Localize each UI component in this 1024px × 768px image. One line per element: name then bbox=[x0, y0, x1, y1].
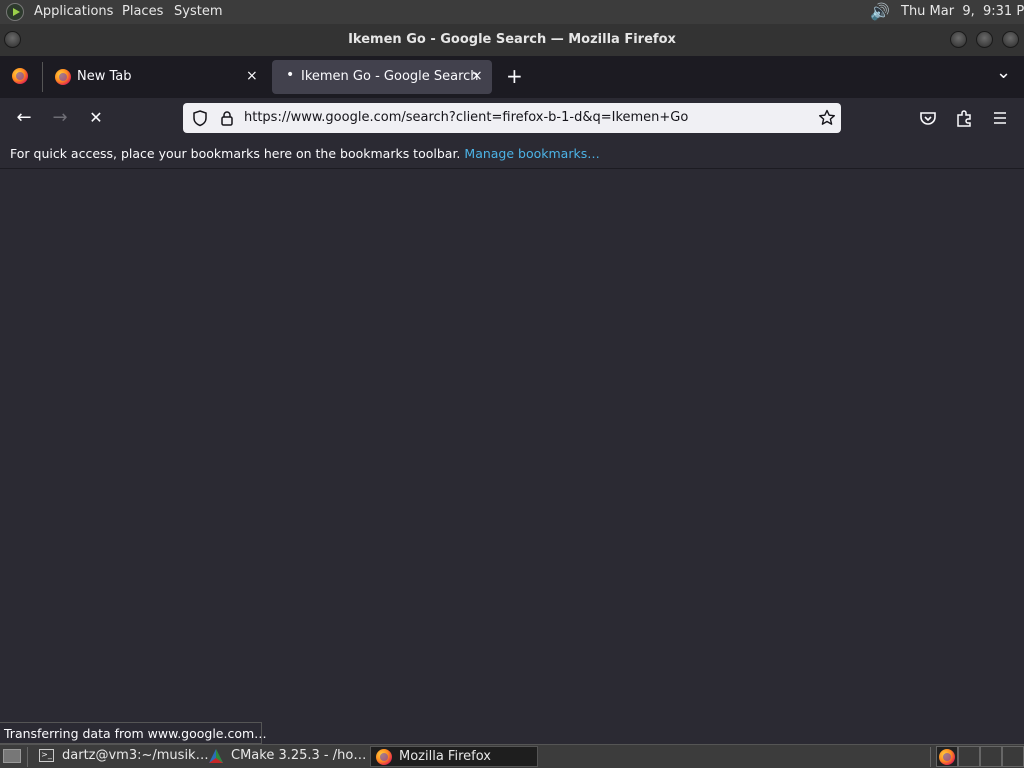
taskbar-item-label: CMake 3.25.3 - /ho… bbox=[231, 748, 367, 763]
minimize-button[interactable] bbox=[950, 31, 967, 48]
window-title-bar[interactable]: Ikemen Go - Google Search — Mozilla Fire… bbox=[0, 24, 1024, 56]
bookmarks-hint: For quick access, place your bookmarks h… bbox=[10, 146, 600, 161]
lock-icon[interactable] bbox=[218, 109, 236, 127]
menu-hamburger-icon[interactable] bbox=[988, 106, 1012, 130]
panel-separator bbox=[930, 747, 931, 767]
tab-label: Ikemen Go - Google Search bbox=[301, 69, 479, 84]
page-content-area[interactable] bbox=[0, 169, 1024, 742]
clock[interactable]: Thu Mar 9, 9:31 PM bbox=[901, 4, 1024, 19]
close-window-button[interactable] bbox=[1002, 31, 1019, 48]
cmake-icon bbox=[208, 748, 224, 764]
list-all-tabs-button[interactable]: ⌄ bbox=[996, 62, 1011, 83]
url-input[interactable]: https://www.google.com/search?client=fir… bbox=[244, 110, 688, 125]
firefox-icon bbox=[376, 749, 392, 765]
bookmark-star-icon[interactable] bbox=[817, 108, 837, 128]
menu-applications[interactable]: Applications bbox=[34, 4, 113, 19]
mate-logo-icon[interactable] bbox=[6, 3, 24, 21]
terminal-icon: >_ bbox=[39, 749, 54, 762]
pocket-icon[interactable] bbox=[916, 106, 940, 130]
tab-ikemen-search[interactable]: • Ikemen Go - Google Search × bbox=[272, 60, 492, 94]
volume-icon[interactable]: 🔊 bbox=[870, 2, 890, 21]
window-title: Ikemen Go - Google Search — Mozilla Fire… bbox=[348, 32, 676, 47]
extensions-icon[interactable] bbox=[952, 106, 976, 130]
show-desktop-icon[interactable] bbox=[3, 749, 21, 763]
tab-new-tab[interactable]: New Tab × bbox=[46, 60, 268, 94]
maximize-button[interactable] bbox=[976, 31, 993, 48]
workspace-switcher[interactable] bbox=[936, 746, 958, 767]
bookmarks-hint-text: For quick access, place your bookmarks h… bbox=[10, 146, 461, 161]
manage-bookmarks-link[interactable]: Manage bookmarks… bbox=[464, 146, 599, 161]
bookmarks-toolbar: For quick access, place your bookmarks h… bbox=[0, 138, 1024, 169]
workspace-2[interactable] bbox=[958, 746, 980, 767]
menu-places[interactable]: Places bbox=[122, 4, 163, 19]
back-button[interactable]: ← bbox=[12, 106, 36, 130]
window-menu-button[interactable] bbox=[4, 31, 21, 48]
workspace-3[interactable] bbox=[980, 746, 1002, 767]
firefox-icon bbox=[939, 749, 955, 765]
tab-loading-icon: • bbox=[286, 67, 295, 83]
tab-label: New Tab bbox=[77, 69, 132, 84]
tab-separator bbox=[42, 62, 43, 92]
top-panel: Applications Places System 🔊 Thu Mar 9, … bbox=[0, 0, 1024, 24]
taskbar-item-label: Mozilla Firefox bbox=[399, 749, 491, 764]
taskbar-item-firefox[interactable]: Mozilla Firefox bbox=[370, 746, 538, 767]
tab-close-icon[interactable]: × bbox=[246, 68, 258, 84]
status-panel: Transferring data from www.google.com… bbox=[0, 722, 267, 744]
bottom-panel: >_ dartz@vm3:~/musik… CMake 3.25.3 - /ho… bbox=[0, 744, 1024, 768]
tracking-protection-shield-icon[interactable] bbox=[191, 109, 209, 127]
new-tab-button[interactable]: + bbox=[506, 64, 523, 88]
forward-button[interactable]: → bbox=[48, 106, 72, 130]
menu-system[interactable]: System bbox=[174, 4, 222, 19]
workspace-4[interactable] bbox=[1002, 746, 1024, 767]
taskbar-item-label: dartz@vm3:~/musik… bbox=[62, 748, 209, 763]
firefox-tab-icon bbox=[55, 69, 71, 85]
taskbar-item-cmake[interactable]: CMake 3.25.3 - /ho… bbox=[204, 746, 370, 767]
url-bar[interactable]: https://www.google.com/search?client=fir… bbox=[183, 103, 841, 133]
stop-button[interactable]: ✕ bbox=[84, 106, 108, 130]
firefox-view-icon[interactable] bbox=[12, 68, 28, 84]
status-text: Transferring data from www.google.com… bbox=[4, 726, 267, 741]
tab-close-icon[interactable]: × bbox=[471, 68, 483, 84]
panel-separator bbox=[27, 747, 28, 767]
taskbar-item-terminal[interactable]: >_ dartz@vm3:~/musik… bbox=[34, 746, 209, 767]
tab-strip: New Tab × • Ikemen Go - Google Search × … bbox=[0, 56, 1024, 98]
